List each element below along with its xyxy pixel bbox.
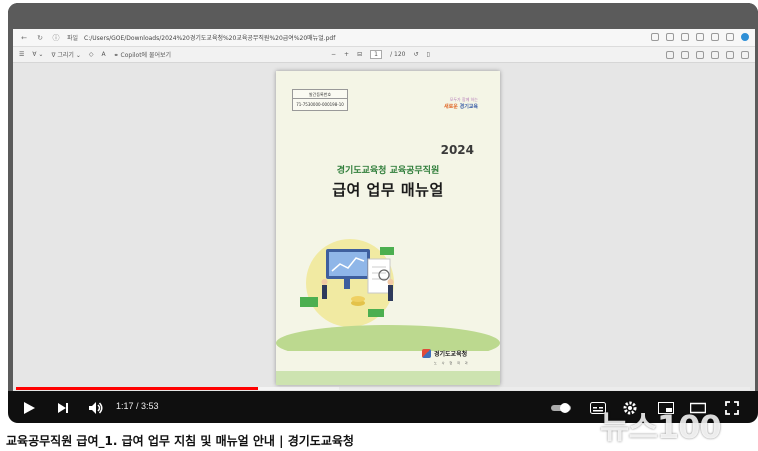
cover-year: 2024 [440,143,474,157]
pdf-toolbar: ☰ ∀ ⌄ ∇ 그리기 ⌄ ◇ A ⚭ Copilot에 물어보기 − + ⊟ … [13,47,755,63]
cover-title: 급여 업무 매뉴얼 [332,181,444,199]
publisher-logo: 경기도교육청 [422,349,467,358]
save-icon [696,51,704,59]
slogan-main-line: 새로운 경기교육 [444,103,478,110]
play-icon [24,402,35,414]
next-icon [58,403,68,413]
volume-icon [89,402,103,414]
page-view-icon: ▯ [426,51,430,58]
progress-bar[interactable] [16,387,750,390]
address-prefix: 파일 [67,35,79,42]
print-icon [681,51,689,59]
cover-bottom-band [276,371,500,385]
settings-icon [741,51,749,59]
time-display: 1:17 / 3:53 [116,401,159,411]
volume-button[interactable] [86,399,106,417]
info-icon: ⓘ [52,33,60,42]
draw-label: 그리기 [57,52,74,59]
progress-played [16,387,259,390]
illustration-person-head [387,279,394,285]
recorded-browser-window: ← ↻ ⓘ 파일 C:/Users/GOE/Downloads/2024%20경… [13,29,755,391]
illustration-person-head [321,279,328,285]
gyeonggi-logo-icon [422,349,431,358]
address-url: C:/Users/GOE/Downloads/2024%20경기도교육청%20교… [84,35,336,42]
illustration-monitor-stand [344,279,350,289]
refresh-icon: ↻ [37,33,43,42]
pdf-viewer: 발간등록번호 71-7530000-000198-10 모두가 함께 하는 새로… [13,63,755,391]
video-screen[interactable]: ← ↻ ⓘ 파일 C:/Users/GOE/Downloads/2024%20경… [8,3,758,391]
page-total: / 120 [390,51,406,58]
illustration-coin [351,296,365,302]
cover-illustration [276,239,500,351]
illustration-money-stack [380,247,394,255]
registration-box: 발간등록번호 71-7530000-000198-10 [292,89,348,111]
zoom-out-icon: − [331,51,337,58]
fit-page-icon: ⊟ [357,51,363,58]
publisher-name: 경기도교육청 [434,351,468,358]
menu-icon [726,33,734,41]
next-button[interactable] [54,399,72,417]
extensions-icon [681,33,689,41]
fullscreen-icon [725,401,739,415]
browser-address-bar: ← ↻ ⓘ 파일 C:/Users/GOE/Downloads/2024%20경… [13,29,755,47]
autoplay-toggle-icon [551,403,571,413]
play-button[interactable] [20,399,38,417]
illustration-money-stack [300,297,318,307]
zoom-icon [651,33,659,41]
eraser-icon: ◇ [88,51,94,58]
video-title[interactable]: 교육공무직원 급여_1. 급여 업무 지침 및 매뉴얼 안내 | 경기도교육청 [6,432,354,449]
rotate-icon: ↺ [413,51,419,58]
fullscreen-button[interactable] [722,399,742,417]
registration-label: 발간등록번호 [293,90,347,99]
pdf-right-tools [666,51,749,59]
read-aloud-icon: A [101,51,106,58]
slogan-highlight: 새로운 [444,104,458,110]
illustration-person [388,285,393,301]
copilot-tool: ⚭ Copilot에 물어보기 [113,52,172,59]
save-as-icon [711,51,719,59]
zoom-in-icon: + [344,51,350,58]
illustration-money-stack [368,309,384,317]
pdf-page-controls: − + ⊟ 1 / 120 ↺ ▯ [331,50,430,59]
education-slogan: 모두가 함께 하는 새로운 경기교육 [444,97,478,110]
collections-icon [696,33,704,41]
publisher-department: 노 사 협 력 과 [434,361,470,365]
illustration-monitor-screen [329,252,367,276]
news-watermark: 뉴스100 [600,408,722,446]
highlight-icon: ∀ ⌄ [32,51,44,58]
illustration-person [322,285,327,299]
profile-icon [711,33,719,41]
edge-copilot-icon [741,33,749,41]
copilot-label: Copilot에 물어보기 [120,52,172,59]
favorite-icon [666,33,674,41]
pdf-cover-page: 발간등록번호 71-7530000-000198-10 모두가 함께 하는 새로… [276,71,500,385]
draw-tool: ∇ 그리기 ⌄ [51,52,81,59]
search-icon [666,51,674,59]
browser-toolbar-icons [651,33,749,41]
back-icon: ← [21,33,27,42]
illustration-ground [276,325,500,351]
cover-subtitle: 경기도교육청 교육공무직원 [336,166,440,176]
video-player[interactable]: ← ↻ ⓘ 파일 C:/Users/GOE/Downloads/2024%20경… [8,3,758,423]
expand-icon [726,51,734,59]
page-number-field: 1 [370,50,383,59]
registration-number: 71-7530000-000198-10 [296,102,344,107]
slogan-main: 경기교육 [459,104,478,110]
autoplay-toggle[interactable] [548,399,576,417]
contents-icon: ☰ [19,51,25,58]
